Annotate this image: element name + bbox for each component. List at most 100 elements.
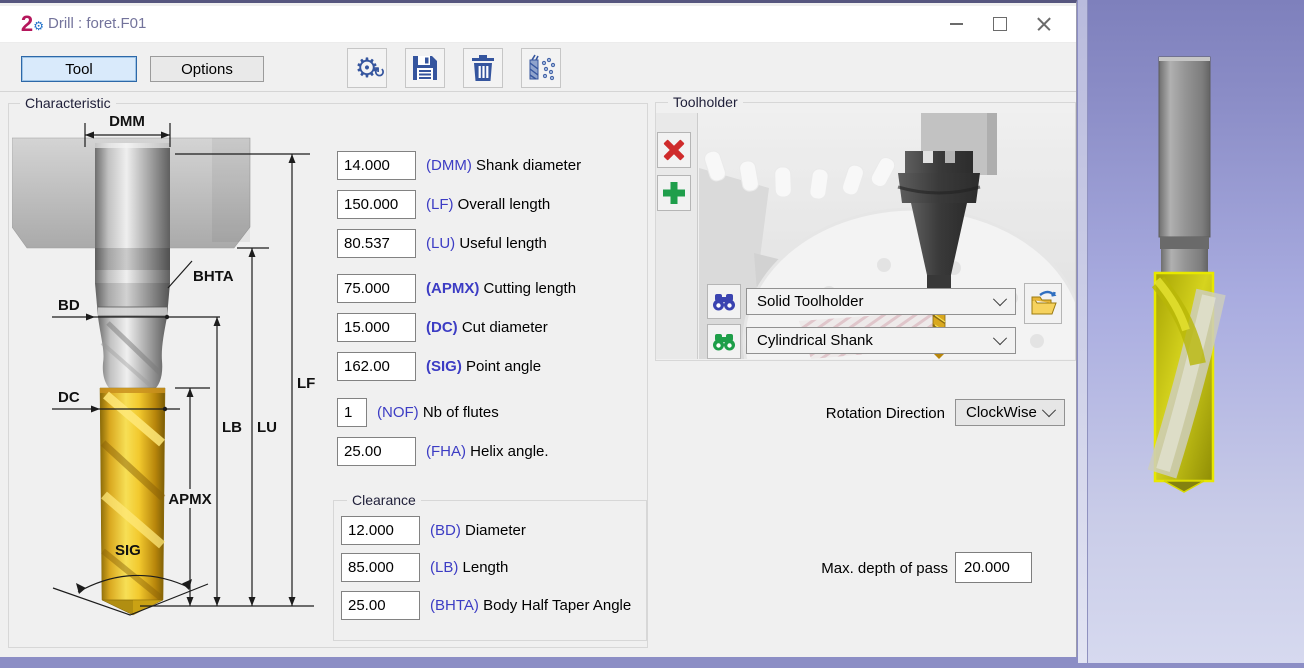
param-code: (BD) — [430, 522, 461, 539]
app-logo-icon: 2⚙ — [14, 11, 40, 37]
field-row-point-angle: (SIG) Point angle — [337, 352, 541, 381]
add-toolholder-button[interactable] — [657, 175, 691, 211]
delete-button[interactable] — [463, 48, 503, 88]
search-toolholder-button[interactable] — [707, 284, 741, 319]
diagram-label-lu: LU — [257, 419, 277, 436]
clearance-diameter-input[interactable] — [341, 516, 420, 545]
param-label: Length — [463, 559, 509, 576]
characteristic-title: Characteristic — [20, 96, 116, 111]
param-label: Overall length — [458, 196, 551, 213]
field-row-useful-length: (LU) Useful length — [337, 229, 547, 258]
field-row-nb-flutes: (NOF) Nb of flutes — [337, 398, 499, 427]
toolholder-machine-image — [699, 113, 1075, 359]
param-code: (DMM) — [426, 157, 472, 174]
remove-toolholder-button[interactable] — [657, 132, 691, 168]
param-label: Diameter — [465, 522, 526, 539]
window-title: Drill : foret.F01 — [48, 6, 146, 42]
toolholder-title: Toolholder — [668, 95, 743, 110]
save-button[interactable] — [405, 48, 445, 88]
minimize-button[interactable] — [934, 6, 978, 42]
drill-dialog-window: 2⚙ Drill : foret.F01 Tool Options ⚙↻ — [0, 0, 1077, 657]
binoculars-blue-icon — [712, 293, 736, 311]
param-label: Cut diameter — [462, 319, 548, 336]
param-code: (SIG) — [426, 358, 462, 375]
field-row-body-half-taper-angle: (BHTA) Body Half Taper Angle — [341, 591, 631, 620]
max-depth-input[interactable] — [955, 552, 1032, 583]
shank-diameter-input[interactable] — [337, 151, 416, 180]
diagram-label-bd: BD — [58, 297, 80, 314]
open-folder-icon — [1028, 290, 1058, 318]
search-shank-button[interactable] — [707, 324, 741, 359]
diagram-label-lb: LB — [222, 419, 242, 436]
minimize-icon — [950, 23, 963, 25]
toolholder-type-select[interactable]: Solid Toolholder — [746, 288, 1016, 315]
red-x-icon — [664, 140, 684, 160]
param-label: Shank diameter — [476, 157, 581, 174]
shank-type-value: Cylindrical Shank — [757, 332, 995, 349]
open-toolholder-library-button[interactable] — [1024, 283, 1062, 324]
green-plus-icon — [663, 182, 685, 204]
param-code: (LU) — [426, 235, 455, 252]
drill-dimension-diagram: DMM BD DC BHTA APMX LB LU LF SIG — [12, 111, 332, 631]
diagram-label-lf: LF — [297, 375, 315, 392]
diagram-label-apmx: APMX — [168, 491, 211, 508]
param-code: (LF) — [426, 196, 454, 213]
chevron-down-icon — [1042, 403, 1056, 417]
cutting-length-input[interactable] — [337, 274, 416, 303]
clearance-length-input[interactable] — [341, 553, 420, 582]
clearance-title: Clearance — [347, 493, 421, 508]
field-row-cutting-length: (APMX) Cutting length — [337, 274, 576, 303]
titlebar: 2⚙ Drill : foret.F01 — [0, 6, 1076, 43]
nb-flutes-input[interactable] — [337, 398, 367, 427]
tab-tool[interactable]: Tool — [21, 56, 137, 82]
helix-angle-input[interactable] — [337, 437, 416, 466]
max-depth-label: Max. depth of pass — [780, 554, 948, 584]
point-angle-input[interactable] — [337, 352, 416, 381]
3d-viewport[interactable] — [1078, 0, 1304, 663]
field-row-overall-length: (LF) Overall length — [337, 190, 550, 219]
param-code: (DC) — [426, 319, 458, 336]
rotation-direction-value: ClockWise — [966, 404, 1044, 421]
param-code: (FHA) — [426, 443, 466, 460]
param-label: Helix angle. — [470, 443, 548, 460]
viewport-edge — [1078, 0, 1088, 663]
maximize-icon — [993, 17, 1007, 31]
param-code: (APMX) — [426, 280, 479, 297]
field-row-helix-angle: (FHA) Helix angle. — [337, 437, 549, 466]
param-label: Nb of flutes — [423, 404, 499, 421]
diagram-label-sig: SIG — [115, 542, 141, 559]
update-button[interactable]: ⚙↻ — [347, 48, 387, 88]
chevron-down-icon — [993, 331, 1007, 345]
save-icon — [411, 54, 439, 82]
field-row-cut-diameter: (DC) Cut diameter — [337, 313, 548, 342]
rotation-direction-select[interactable]: ClockWise — [955, 399, 1065, 426]
diagram-label-dc: DC — [58, 389, 80, 406]
tab-options[interactable]: Options — [150, 56, 264, 82]
close-icon — [1037, 17, 1051, 31]
param-label: Body Half Taper Angle — [483, 597, 631, 614]
param-label: Cutting length — [484, 280, 577, 297]
maximize-button[interactable] — [978, 6, 1022, 42]
tool-simulation-button[interactable] — [521, 48, 561, 88]
useful-length-input[interactable] — [337, 229, 416, 258]
chevron-down-icon — [993, 292, 1007, 306]
shank-type-select[interactable]: Cylindrical Shank — [746, 327, 1016, 354]
diagram-label-dmm: DMM — [109, 113, 145, 130]
tool-chips-icon — [526, 54, 556, 82]
overall-length-input[interactable] — [337, 190, 416, 219]
drill-3d-render — [1078, 0, 1304, 663]
field-row-clearance-diameter: (BD) Diameter — [341, 516, 526, 545]
param-code: (NOF) — [377, 404, 419, 421]
field-row-shank-diameter: (DMM) Shank diameter — [337, 151, 581, 180]
close-button[interactable] — [1022, 6, 1066, 42]
toolholder-type-value: Solid Toolholder — [757, 293, 995, 310]
body-half-taper-angle-input[interactable] — [341, 591, 420, 620]
diagram-label-bhta: BHTA — [193, 268, 234, 285]
field-row-clearance-length: (LB) Length — [341, 553, 508, 582]
param-code: (LB) — [430, 559, 458, 576]
cut-diameter-input[interactable] — [337, 313, 416, 342]
gear-refresh-icon: ⚙↻ — [355, 55, 379, 82]
logo-gear-icon: ⚙ — [33, 13, 44, 39]
rotation-direction-label: Rotation Direction — [780, 400, 945, 427]
toolbar-separator — [0, 91, 1076, 92]
